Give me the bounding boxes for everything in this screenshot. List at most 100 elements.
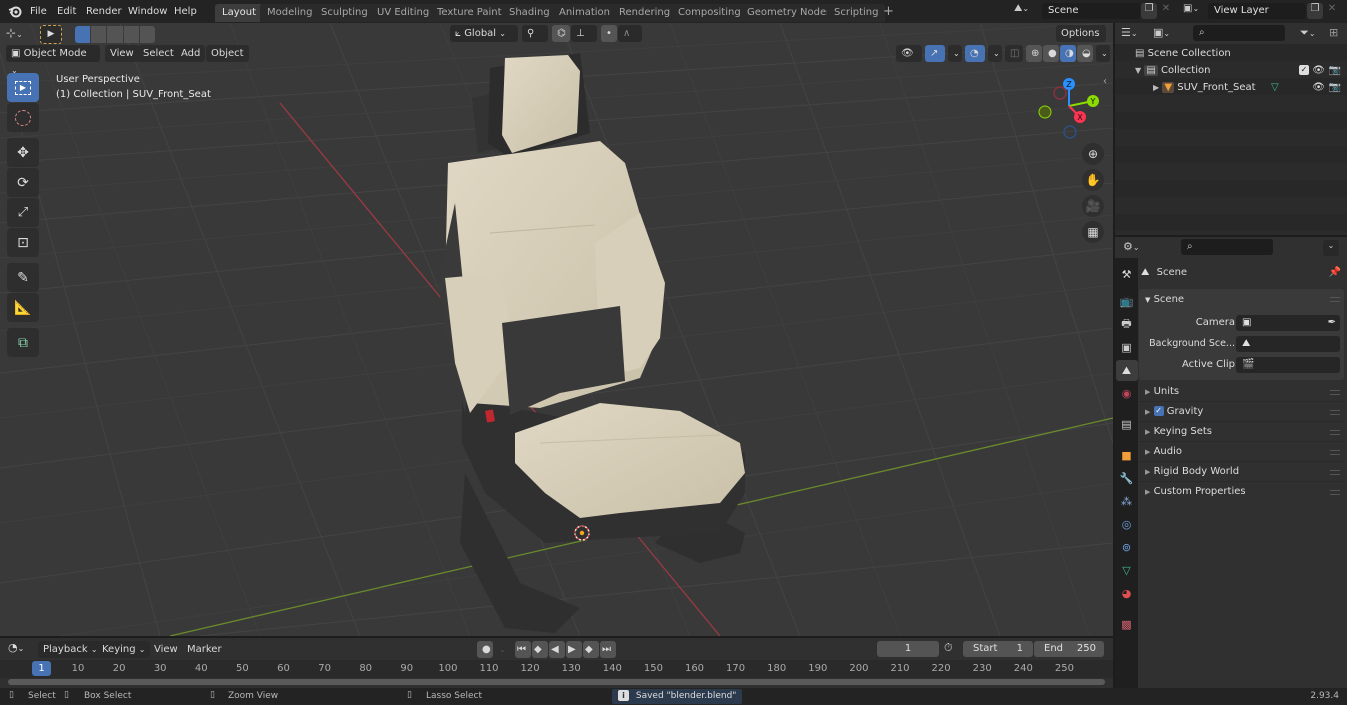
shading-dropdown[interactable]: ⌄: [1096, 45, 1110, 62]
pin-icon[interactable]: 📌: [1329, 263, 1341, 283]
panel-gravity[interactable]: ▶ ✓ Gravity: [1139, 402, 1344, 422]
tab-world[interactable]: ◉: [1116, 383, 1138, 404]
select-new-icon[interactable]: [75, 26, 91, 43]
snap-target-dropdown[interactable]: ⊥: [571, 25, 597, 42]
shading-solid[interactable]: ●: [1043, 45, 1059, 62]
zoom-button[interactable]: ⊕: [1082, 143, 1104, 165]
jump-to-next-keyframe-button[interactable]: ◆: [583, 641, 599, 658]
tab-geometry-nodes[interactable]: Geometry Nodes: [740, 4, 839, 22]
drag-grip-icon[interactable]: [1330, 490, 1340, 495]
tab-output[interactable]: 🖶: [1116, 314, 1138, 335]
tab-physics[interactable]: ◎: [1116, 514, 1138, 535]
drag-grip-icon[interactable]: [1330, 430, 1340, 435]
drag-grip-icon[interactable]: [1330, 470, 1340, 475]
shading-wireframe[interactable]: ⊕: [1026, 45, 1042, 62]
new-scene-button[interactable]: ❐: [1141, 3, 1157, 19]
tab-tool[interactable]: ⚒: [1116, 264, 1138, 285]
tab-scene[interactable]: ⛰: [1115, 360, 1138, 381]
new-collection-button[interactable]: ⊞: [1329, 26, 1338, 39]
tab-uv-editing[interactable]: UV Editing: [370, 4, 437, 22]
eyedropper-icon[interactable]: ✒: [1328, 315, 1336, 331]
eye-icon[interactable]: 👁: [1312, 79, 1325, 96]
background-scene-field[interactable]: ⛰: [1236, 336, 1340, 352]
timeline-editor-type-button[interactable]: ◔⌄: [8, 641, 24, 654]
proportional-falloff-dropdown[interactable]: ∧: [618, 25, 642, 42]
tool-settings-select-button[interactable]: ▶: [40, 25, 62, 44]
proportional-edit-toggle[interactable]: •: [601, 25, 617, 42]
tab-rendering[interactable]: Rendering: [612, 4, 678, 22]
camera-field[interactable]: ▣ ✒: [1236, 315, 1340, 331]
object-mode-dropdown[interactable]: ▣ Object Mode ⌄: [6, 45, 100, 75]
menu-render[interactable]: Render: [86, 3, 122, 20]
tab-layout[interactable]: Layout: [215, 4, 263, 22]
start-frame-field[interactable]: Start 1: [963, 641, 1033, 657]
drag-grip-icon[interactable]: [1330, 390, 1340, 395]
exclude-checkbox[interactable]: ✓: [1299, 65, 1309, 75]
properties-editor-type-button[interactable]: ⚙⌄: [1123, 240, 1140, 253]
menu-edit[interactable]: Edit: [57, 3, 76, 20]
panel-scene-header[interactable]: ▼ Scene: [1139, 289, 1344, 310]
tool-add-cube[interactable]: ⧉: [7, 328, 39, 357]
view-layer-browse-button[interactable]: ▣⌄: [1183, 3, 1207, 19]
tool-transform[interactable]: ⊡: [7, 228, 39, 257]
new-view-layer-button[interactable]: ❐: [1307, 3, 1323, 19]
panel-custom-properties[interactable]: ▶ Custom Properties: [1139, 482, 1344, 502]
menu-help[interactable]: Help: [174, 3, 197, 20]
neg-y-axis-handle[interactable]: [1038, 105, 1052, 119]
current-frame-field[interactable]: 1: [877, 641, 939, 657]
tool-cursor[interactable]: [7, 103, 39, 132]
tab-sculpting[interactable]: Sculpting: [314, 4, 375, 22]
camera-view-button[interactable]: 🎥: [1082, 195, 1104, 217]
neg-x-axis-handle[interactable]: [1053, 86, 1067, 100]
neg-z-axis-handle[interactable]: [1063, 125, 1077, 139]
transform-orientation-dropdown[interactable]: ⟀ Global ⌄: [450, 25, 518, 42]
tab-modeling[interactable]: Modeling: [260, 4, 320, 22]
outliner-editor-type-button[interactable]: ☰⌄: [1121, 26, 1138, 39]
tab-modifiers[interactable]: 🔧: [1116, 468, 1138, 489]
menu-file[interactable]: File: [30, 3, 47, 20]
tool-move[interactable]: ✥: [7, 138, 39, 167]
select-subtract-icon[interactable]: [107, 26, 123, 43]
outliner-item-scene-collection[interactable]: ▤ Scene Collection: [1135, 45, 1231, 62]
gizmo-dropdown[interactable]: ⌄: [948, 45, 962, 62]
delete-scene-button[interactable]: ✕: [1158, 3, 1174, 19]
tab-particles[interactable]: ⁂: [1116, 491, 1138, 512]
mesh-data-icon[interactable]: ▽: [1271, 79, 1279, 96]
shading-material-preview[interactable]: ◑: [1060, 45, 1076, 62]
pan-button[interactable]: ✋: [1082, 169, 1104, 191]
options-dropdown[interactable]: Options ⌄: [1056, 25, 1106, 55]
keying-set-dropdown[interactable]: ⌄: [494, 641, 506, 658]
tab-shading[interactable]: Shading: [502, 4, 557, 22]
end-frame-field[interactable]: End 250: [1034, 641, 1104, 657]
navigation-gizmo[interactable]: Z Y X: [1030, 73, 1110, 143]
gizmo-toggle[interactable]: ↗: [925, 45, 945, 62]
view-layer-name-field[interactable]: View Layer: [1208, 3, 1306, 19]
delete-view-layer-button[interactable]: ✕: [1324, 3, 1340, 19]
filter-button[interactable]: ⏷⌄: [1300, 26, 1316, 40]
scene-name-field[interactable]: Scene: [1042, 3, 1140, 19]
tab-texture[interactable]: ▩: [1116, 614, 1138, 635]
outliner-item-suv-front-seat[interactable]: ▶ ▼ SUV_Front_Seat ▽ 👁 📷: [1153, 79, 1341, 96]
tab-view-layer[interactable]: ▣: [1116, 337, 1138, 358]
3d-viewport[interactable]: ⊹⌄ ▶ ⟀ Global ⌄ ⚲ ⌬ ⊥ • ∧ Options ⌄ ▣ Ob…: [0, 23, 1113, 636]
menu-select[interactable]: Select: [138, 45, 179, 62]
timeline-view-menu[interactable]: View: [149, 641, 183, 658]
drag-grip-icon[interactable]: [1330, 410, 1340, 415]
play-reverse-button[interactable]: ◀: [549, 641, 565, 658]
drag-grip-icon[interactable]: [1330, 297, 1340, 302]
select-invert-icon[interactable]: [123, 26, 139, 43]
tool-rotate[interactable]: ⟳: [7, 168, 39, 197]
perspective-toggle-button[interactable]: ▦: [1082, 221, 1104, 243]
scene-browse-button[interactable]: ⛰⌄: [1014, 3, 1040, 19]
visibility-dropdown[interactable]: 👁: [896, 45, 922, 62]
marker-menu[interactable]: Marker: [182, 641, 227, 658]
panel-audio[interactable]: ▶ Audio: [1139, 442, 1344, 462]
xray-toggle[interactable]: ◫: [1005, 45, 1023, 62]
tab-object[interactable]: ■: [1116, 445, 1138, 466]
outliner-item-collection[interactable]: ▼ ▤ Collection ✓ 👁 📷: [1135, 62, 1341, 79]
tab-animation[interactable]: Animation: [552, 4, 617, 22]
tab-compositing[interactable]: Compositing: [671, 4, 748, 22]
tab-data[interactable]: ▽: [1116, 560, 1138, 581]
tool-scale[interactable]: ⤢: [7, 198, 39, 227]
jump-to-prev-keyframe-button[interactable]: ◆: [532, 641, 548, 658]
